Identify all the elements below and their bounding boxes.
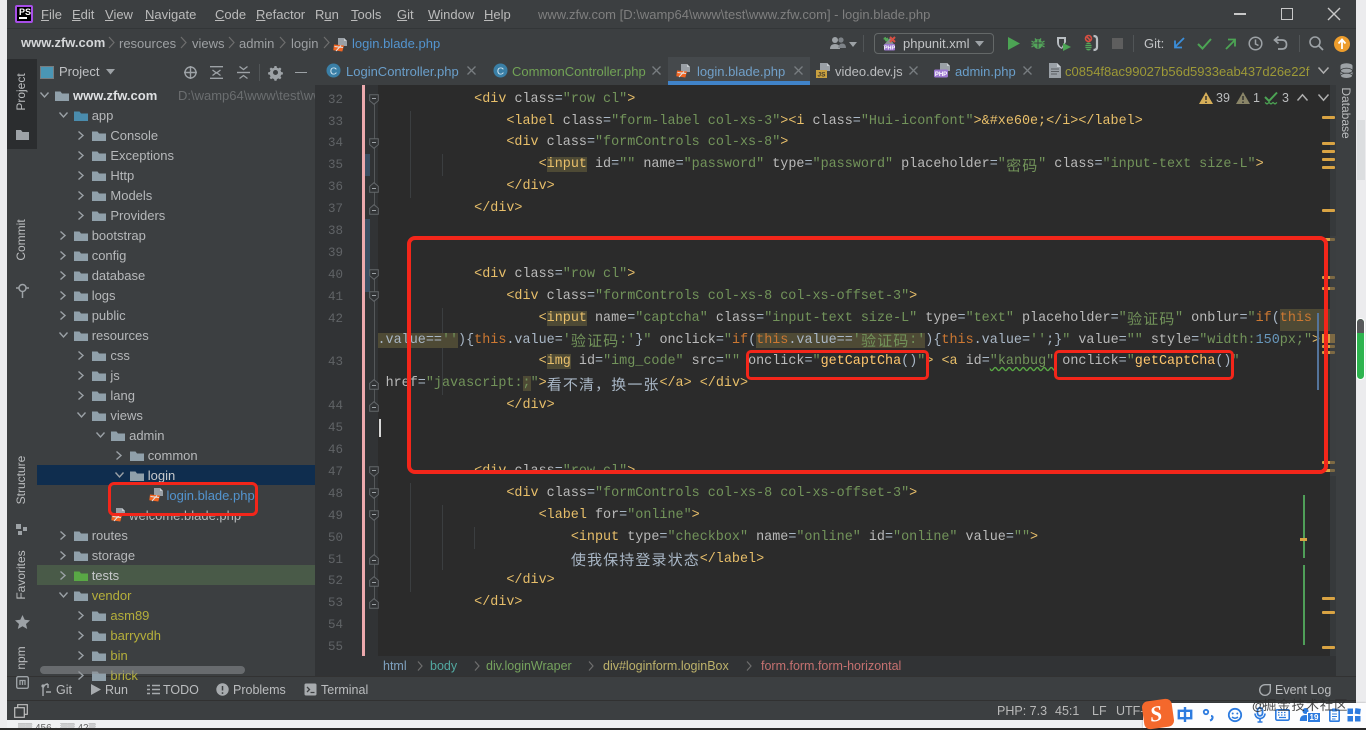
svg-text:PHP: PHP xyxy=(935,72,947,78)
svg-text:PHP: PHP xyxy=(884,46,896,52)
svg-text:JS: JS xyxy=(818,72,827,79)
svg-text:C: C xyxy=(497,67,504,78)
svg-text:C: C xyxy=(330,67,337,78)
